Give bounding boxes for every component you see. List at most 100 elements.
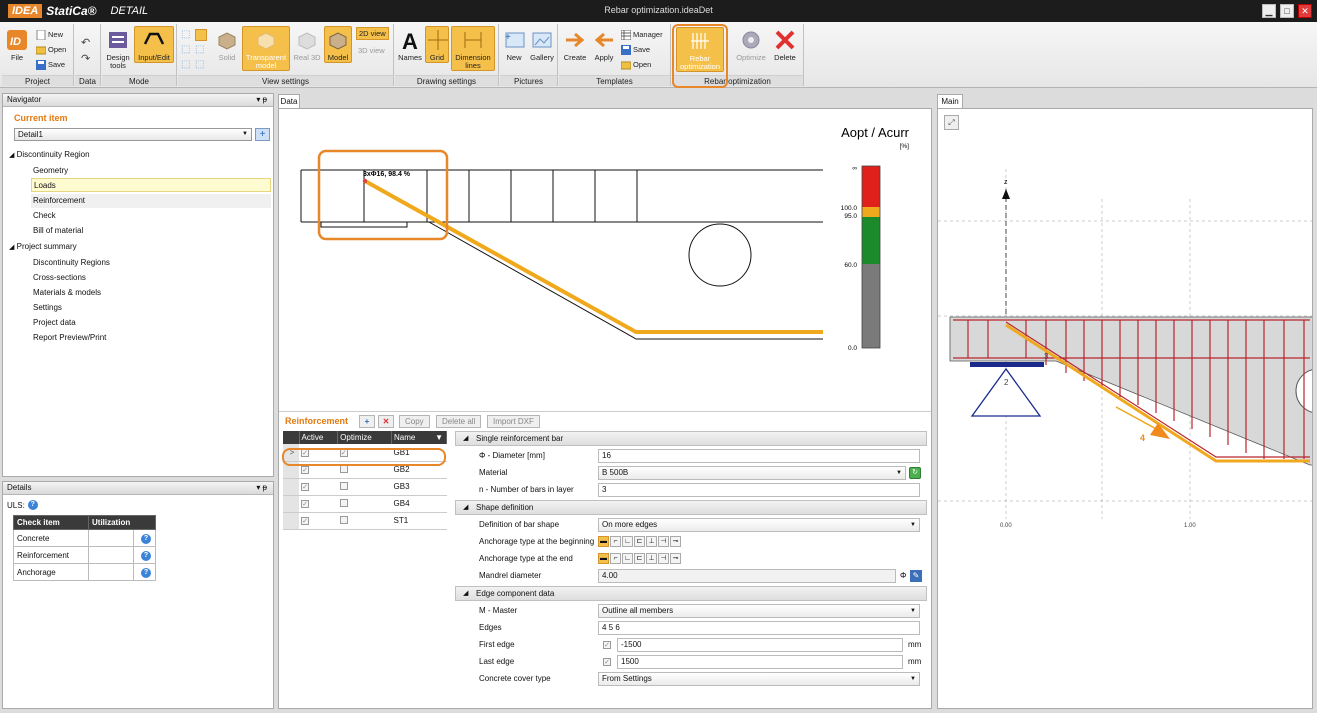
- optimize-checkbox[interactable]: [339, 498, 348, 507]
- delete-all-button[interactable]: Delete all: [436, 415, 482, 428]
- section-edge-component[interactable]: ◢ Edge component data: [455, 586, 927, 601]
- anchorage-bend-icon[interactable]: ∟: [622, 553, 633, 564]
- anchorage-cross-icon[interactable]: ⊸: [670, 553, 681, 564]
- minimize-button[interactable]: ▁: [1262, 4, 1276, 18]
- tab-main[interactable]: Main: [937, 94, 963, 108]
- add-bar-button[interactable]: +: [359, 415, 375, 428]
- table-row[interactable]: Reinforcement ?: [13, 546, 156, 564]
- anchorage-straight-icon[interactable]: ▬: [598, 536, 609, 547]
- mandrel-diameter-input[interactable]: 4.00: [598, 569, 896, 583]
- model-drawing[interactable]: z 2 3 4 0.00 1.00: [938, 109, 1313, 709]
- close-button[interactable]: ✕: [1298, 4, 1312, 18]
- section-single-bar[interactable]: ◢ Single reinforcement bar: [455, 431, 927, 446]
- real-3d-button[interactable]: Real 3D: [292, 26, 322, 63]
- master-select[interactable]: Outline all members ▼: [598, 604, 920, 618]
- view-front-button[interactable]: [195, 28, 207, 41]
- tree-cross-sections[interactable]: Cross-sections: [33, 271, 86, 285]
- remove-bar-button[interactable]: ✕: [378, 415, 394, 428]
- filter-icon[interactable]: ▼: [435, 433, 443, 442]
- save-button[interactable]: Save: [36, 58, 65, 71]
- anchorage-straight-icon[interactable]: ▬: [598, 553, 609, 564]
- last-edge-checkbox[interactable]: ✓: [603, 658, 611, 666]
- import-dxf-button[interactable]: Import DXF: [487, 415, 540, 428]
- help-icon[interactable]: ?: [141, 550, 151, 561]
- dimension-lines-button[interactable]: Dimension lines: [451, 26, 495, 71]
- optimize-checkbox[interactable]: [339, 481, 348, 490]
- anchorage-bend-icon[interactable]: ∟: [622, 536, 633, 547]
- model-button[interactable]: Model: [324, 26, 352, 63]
- anchorage-head-icon[interactable]: ⊣: [658, 536, 669, 547]
- maximize-button[interactable]: □: [1280, 4, 1294, 18]
- concrete-cover-select[interactable]: From Settings ▼: [598, 672, 920, 686]
- delete-optimization-button[interactable]: Delete: [770, 26, 800, 63]
- main-3d-view[interactable]: ⤢ z 2 3 4 0.00 1.00: [937, 108, 1313, 709]
- material-edit-icon[interactable]: ↻: [909, 467, 921, 479]
- template-save-button[interactable]: Save: [621, 43, 650, 56]
- open-button[interactable]: Open: [36, 43, 66, 56]
- active-checkbox[interactable]: ✓: [301, 500, 309, 508]
- help-icon[interactable]: ?: [141, 533, 151, 544]
- anchorage-loop-icon[interactable]: ⊏: [634, 553, 645, 564]
- pin-icon[interactable]: ▾ ᵽ: [256, 482, 267, 494]
- tree-check[interactable]: Check: [33, 209, 56, 223]
- rebar-gb1[interactable]: [364, 179, 823, 334]
- template-manager-button[interactable]: Manager: [621, 28, 663, 41]
- table-row[interactable]: Anchorage ?: [13, 563, 156, 581]
- new-picture-button[interactable]: + New: [502, 26, 526, 63]
- tree-reinforcement[interactable]: Reinforcement: [31, 194, 271, 208]
- tree-report-preview[interactable]: Report Preview/Print: [33, 331, 106, 345]
- active-checkbox[interactable]: ✓: [301, 483, 309, 491]
- table-row[interactable]: ✓ ST1: [283, 512, 447, 530]
- redo-button[interactable]: ↷: [81, 52, 90, 65]
- view-left-button[interactable]: ⬚: [181, 43, 190, 56]
- anchorage-loop-icon[interactable]: ⊏: [634, 536, 645, 547]
- copy-button[interactable]: Copy: [399, 415, 430, 428]
- anchorage-hook-icon[interactable]: ⌐: [610, 553, 621, 564]
- optimize-checkbox[interactable]: [339, 515, 348, 524]
- add-item-button[interactable]: +: [255, 128, 270, 141]
- anchorage-head-icon[interactable]: ⊣: [658, 553, 669, 564]
- view-top-button[interactable]: ⬚: [181, 58, 190, 71]
- tree-project-data[interactable]: Project data: [33, 316, 76, 330]
- grid-button[interactable]: Grid: [425, 26, 449, 63]
- tree-project-summary[interactable]: ◢ Project summary: [9, 240, 77, 254]
- view-iso-button[interactable]: ⬚: [181, 28, 190, 41]
- tree-loads[interactable]: Loads: [31, 178, 271, 192]
- help-icon[interactable]: ?: [141, 567, 151, 578]
- names-button[interactable]: A Names: [397, 26, 423, 63]
- current-item-select[interactable]: Detail1 ▼: [14, 128, 252, 141]
- tree-bill-of-material[interactable]: Bill of material: [33, 224, 83, 238]
- table-row[interactable]: Concrete ?: [13, 529, 156, 547]
- tree-materials-models[interactable]: Materials & models: [33, 286, 101, 300]
- tree-geometry[interactable]: Geometry: [33, 164, 68, 178]
- new-button[interactable]: New: [36, 28, 63, 41]
- section-shape-definition[interactable]: ◢ Shape definition: [455, 500, 927, 515]
- diameter-input[interactable]: 16: [598, 449, 920, 463]
- undo-button[interactable]: ↶: [81, 36, 90, 49]
- transparent-model-button[interactable]: Transparent model: [242, 26, 290, 71]
- tree-discontinuity-regions[interactable]: Discontinuity Regions: [33, 256, 110, 270]
- design-tools-button[interactable]: Design tools: [104, 26, 132, 71]
- first-edge-checkbox[interactable]: ✓: [603, 641, 611, 649]
- view-bottom-button[interactable]: ⬚: [195, 58, 204, 71]
- section-drawing[interactable]: 3xΦ16, 98.4 % Aopt / Acurr [%] ∞ 100.0 9…: [279, 109, 931, 409]
- support-triangle-icon[interactable]: [970, 367, 1042, 417]
- anchorage-plate-icon[interactable]: ⊥: [646, 536, 657, 547]
- edit-pencil-icon[interactable]: ✎: [910, 570, 922, 582]
- anchorage-hook-icon[interactable]: ⌐: [610, 536, 621, 547]
- pin-icon[interactable]: ▾ ᵽ: [256, 94, 267, 106]
- number-of-bars-input[interactable]: 3: [598, 483, 920, 497]
- tab-data[interactable]: Data: [278, 94, 300, 108]
- apply-template-button[interactable]: Apply: [591, 26, 617, 63]
- anchorage-plate-icon[interactable]: ⊥: [646, 553, 657, 564]
- template-open-button[interactable]: Open: [621, 58, 651, 71]
- file-button[interactable]: ID File: [4, 26, 30, 63]
- 3d-view-button[interactable]: 3D view: [358, 44, 385, 57]
- edges-input[interactable]: 4 5 6: [598, 621, 920, 635]
- tree-settings[interactable]: Settings: [33, 301, 62, 315]
- 2d-view-button[interactable]: 2D view: [356, 27, 389, 40]
- input-edit-button[interactable]: Input/Edit: [134, 26, 174, 63]
- table-row[interactable]: ✓ GB4: [283, 495, 447, 513]
- optimize-button[interactable]: Optimize: [734, 26, 768, 63]
- tree-discontinuity-region[interactable]: ◢ Discontinuity Region: [9, 148, 90, 162]
